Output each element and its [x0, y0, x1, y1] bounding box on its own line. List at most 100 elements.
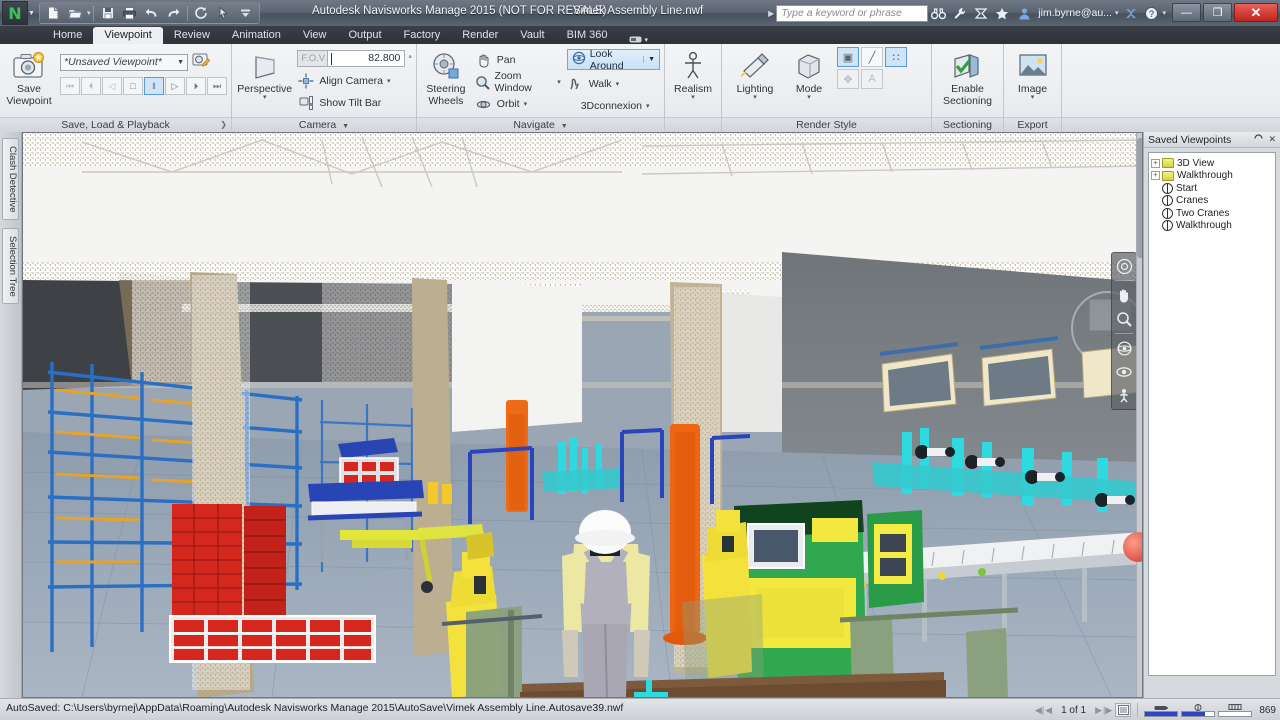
- sheet-nav-prev-group[interactable]: ◀|◀: [1035, 705, 1052, 716]
- open-dropdown-caret-icon[interactable]: ▾: [87, 9, 91, 17]
- orbit-button[interactable]: Orbit ▾: [475, 93, 561, 115]
- panel-dialog-launcher-save-load[interactable]: ❯: [220, 118, 227, 132]
- walk-icon[interactable]: [1114, 386, 1134, 406]
- select-button[interactable]: [213, 4, 234, 23]
- tab-output[interactable]: Output: [338, 27, 393, 44]
- enable-sectioning-button[interactable]: Enable Sectioning: [936, 47, 999, 107]
- undo-button[interactable]: [141, 4, 162, 23]
- maximize-button[interactable]: ❐: [1203, 3, 1232, 22]
- realism-button[interactable]: Realism ▾: [669, 47, 717, 101]
- prev-sheet-icon[interactable]: ◀|: [1035, 705, 1044, 716]
- zoom-icon[interactable]: [1114, 309, 1134, 329]
- save-button[interactable]: [97, 4, 118, 23]
- tab-viewpoint[interactable]: Viewpoint: [93, 27, 163, 44]
- orbit-icon[interactable]: [1114, 338, 1134, 358]
- image-export-caret-icon[interactable]: ▾: [1031, 95, 1035, 101]
- snap-points-toggle[interactable]: ✥: [837, 69, 859, 89]
- qat-overflow-button[interactable]: [235, 4, 256, 23]
- sheet-nav-next-group[interactable]: ▶|▶: [1095, 705, 1112, 716]
- 3dconnexion-button[interactable]: 3Dconnexion ▾: [567, 95, 660, 117]
- auto-hide-pin-icon[interactable]: [1254, 134, 1263, 145]
- fov-input[interactable]: 82.800: [327, 50, 405, 67]
- steering-wheels-button[interactable]: Steering Wheels: [421, 47, 471, 107]
- help-icon[interactable]: ?: [1141, 2, 1162, 24]
- look-around-button[interactable]: Look Around ▼: [567, 49, 660, 70]
- lighting-caret-icon[interactable]: ▾: [753, 95, 757, 101]
- orbit-caret-icon[interactable]: ▾: [524, 100, 528, 108]
- ribbon-options-caret-icon[interactable]: ▾: [645, 36, 649, 44]
- print-button[interactable]: [119, 4, 140, 23]
- autodesk-exchange-icon[interactable]: [1120, 2, 1141, 24]
- sheet-browser-button[interactable]: [1115, 703, 1131, 717]
- show-tilt-bar-button[interactable]: Show Tilt Bar: [297, 92, 412, 114]
- viewpoint-combo-caret-icon[interactable]: ▼: [177, 59, 184, 66]
- sidebar-item-selection-tree[interactable]: Selection Tree: [2, 228, 19, 304]
- tab-vault[interactable]: Vault: [509, 27, 555, 44]
- tree-item-walkthrough-viewpoint[interactable]: Walkthrough: [1151, 220, 1273, 232]
- exchange-icon[interactable]: [970, 2, 991, 24]
- tab-home[interactable]: Home: [42, 27, 93, 44]
- new-button[interactable]: [43, 4, 64, 23]
- account-caret-icon[interactable]: ▾: [1115, 9, 1119, 17]
- saved-viewpoints-tree[interactable]: + 3D View + Walkthrough Start Cranes: [1148, 152, 1276, 676]
- sidebar-item-clash-detective[interactable]: Clash Detective: [2, 138, 19, 220]
- realism-caret-icon[interactable]: ▾: [691, 95, 695, 101]
- tree-item-start[interactable]: Start: [1151, 182, 1273, 194]
- application-menu-caret-icon[interactable]: ▼: [28, 10, 35, 17]
- tab-animation[interactable]: Animation: [221, 27, 292, 44]
- zoom-window-caret-icon[interactable]: ▾: [557, 78, 561, 86]
- surfaces-toggle[interactable]: ▣: [837, 47, 859, 67]
- lines-toggle[interactable]: ╱: [861, 47, 883, 67]
- first-sheet-icon[interactable]: ◀: [1045, 705, 1052, 716]
- perspective-caret-icon[interactable]: ▾: [263, 95, 267, 101]
- mode-button[interactable]: Mode ▾: [784, 47, 834, 101]
- first-frame-button[interactable]: ⏮: [60, 77, 80, 95]
- image-export-button[interactable]: Image ▾: [1008, 47, 1057, 101]
- expander-icon[interactable]: +: [1151, 159, 1160, 168]
- search-expand-caret-icon[interactable]: ▶: [768, 9, 774, 18]
- open-button[interactable]: [65, 4, 86, 23]
- tree-item-cranes[interactable]: Cranes: [1151, 195, 1273, 207]
- lighting-button[interactable]: Lighting ▾: [726, 47, 784, 101]
- panel-title-navigate[interactable]: Navigate ▼: [417, 117, 664, 132]
- panel-title-camera[interactable]: Camera ▼: [232, 117, 416, 132]
- tree-item-3d-view[interactable]: + 3D View: [1151, 157, 1273, 169]
- 3dconnexion-caret-icon[interactable]: ▾: [646, 102, 650, 110]
- walk-caret-icon[interactable]: ▾: [616, 80, 620, 88]
- align-camera-button[interactable]: Align Camera ▾: [297, 70, 412, 92]
- tab-factory[interactable]: Factory: [393, 27, 452, 44]
- tab-view[interactable]: View: [292, 27, 338, 44]
- minimize-button[interactable]: —: [1172, 3, 1201, 22]
- close-icon[interactable]: ✕: [1268, 134, 1276, 145]
- application-menu-button[interactable]: N: [2, 1, 28, 25]
- mode-caret-icon[interactable]: ▾: [807, 95, 811, 101]
- pause-button[interactable]: ‖: [144, 77, 164, 95]
- look-around-icon[interactable]: [1114, 362, 1134, 382]
- play-button[interactable]: ▷: [165, 77, 185, 95]
- perspective-button[interactable]: Perspective ▾: [236, 47, 293, 101]
- edit-viewpoint-button[interactable]: [192, 51, 210, 73]
- wrench-icon[interactable]: [949, 2, 970, 24]
- last-sheet-icon[interactable]: |▶: [1103, 705, 1112, 716]
- tab-review[interactable]: Review: [163, 27, 221, 44]
- reverse-button[interactable]: ◁: [102, 77, 122, 95]
- look-around-caret-icon[interactable]: ▼: [643, 56, 655, 63]
- pan-button[interactable]: Pan: [475, 49, 561, 71]
- last-frame-button[interactable]: ⏭: [207, 77, 227, 95]
- points-toggle[interactable]: ∷: [885, 47, 907, 67]
- tab-render[interactable]: Render: [451, 27, 509, 44]
- zoom-window-button[interactable]: Zoom Window ▾: [475, 71, 561, 93]
- help-caret-icon[interactable]: ▾: [1162, 9, 1166, 17]
- search-input[interactable]: Type a keyword or phrase: [776, 5, 928, 22]
- tree-item-walkthrough-folder[interactable]: + Walkthrough: [1151, 170, 1273, 182]
- align-camera-caret-icon[interactable]: ▾: [387, 77, 391, 85]
- save-viewpoint-button[interactable]: Save Viewpoint: [4, 47, 54, 107]
- account-group[interactable]: jim.byrne@au... ▾: [1014, 2, 1118, 24]
- next-sheet-icon[interactable]: ▶: [1095, 705, 1102, 716]
- viewpoint-combo[interactable]: *Unsaved Viewpoint* ▼: [60, 54, 188, 71]
- refresh-button[interactable]: [191, 4, 212, 23]
- steering-wheel-icon[interactable]: [1114, 256, 1134, 276]
- navigate-panel-caret-icon[interactable]: ▼: [561, 123, 568, 130]
- walk-button[interactable]: Walk ▾: [567, 73, 660, 95]
- pan-icon[interactable]: [1114, 285, 1134, 305]
